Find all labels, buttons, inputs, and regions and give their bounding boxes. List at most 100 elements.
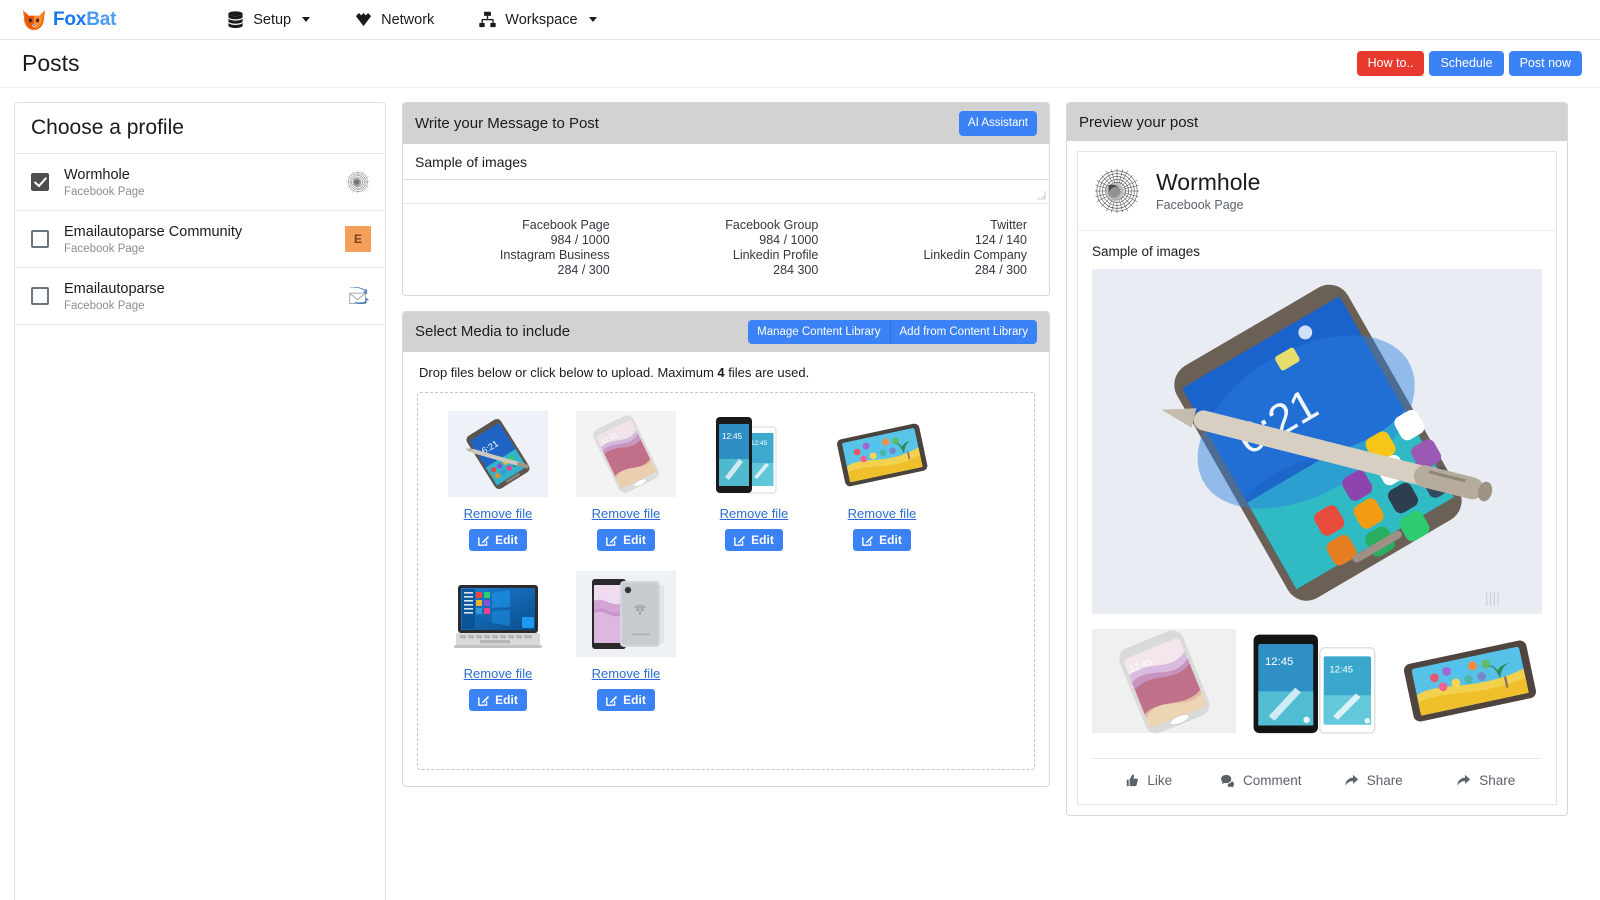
edit-file-button[interactable]: Edit xyxy=(853,529,911,552)
counter-value: 124 / 140 xyxy=(974,232,1028,247)
brand-name-light: Bat xyxy=(86,8,117,30)
edit-file-button[interactable]: Edit xyxy=(597,529,655,552)
share-label-secondary: Share xyxy=(1479,773,1516,788)
gem-icon xyxy=(356,13,372,27)
profile-row-emailautoparse[interactable]: Emailautoparse Facebook Page xyxy=(15,268,385,326)
thumbs-up-icon xyxy=(1127,774,1139,787)
remove-file-link[interactable]: Remove file xyxy=(464,666,533,681)
profile-meta: Emailautoparse Facebook Page xyxy=(64,280,335,312)
comment-button[interactable]: Comment xyxy=(1205,773,1318,788)
profile-sidebar: Choose a profile Wormhole Facebook Page xyxy=(14,102,386,900)
profile-checkbox[interactable] xyxy=(31,287,49,306)
how-to-button[interactable]: How to.. xyxy=(1356,50,1425,77)
edit-label: Edit xyxy=(623,533,646,548)
like-button[interactable]: Like xyxy=(1092,773,1205,788)
composer-body: Facebook Page 984 / 1000 Instagram Busin… xyxy=(403,143,1049,295)
svg-text:||||: |||| xyxy=(1485,591,1500,607)
textarea-resize-area xyxy=(403,180,1049,204)
sidebar-title: Choose a profile xyxy=(15,103,385,154)
ai-assistant-button[interactable]: AI Assistant xyxy=(958,111,1037,136)
add-from-content-library-button[interactable]: Add from Content Library xyxy=(890,319,1037,345)
svg-text:12:45: 12:45 xyxy=(751,440,768,447)
counter-network: Linkedin Company xyxy=(923,248,1028,263)
dropzone[interactable]: 6:21 Remove file Edit 12:45 Remove file … xyxy=(417,392,1035,771)
schedule-button[interactable]: Schedule xyxy=(1429,50,1504,77)
edit-label: Edit xyxy=(623,693,646,708)
composer-title: Write your Message to Post xyxy=(415,114,599,132)
media-item: Remove file Edit xyxy=(818,411,946,552)
preview-title: Preview your post xyxy=(1079,113,1199,131)
preview-header: Preview your post xyxy=(1067,103,1567,141)
media-thumb-grid: 6:21 Remove file Edit 12:45 Remove file … xyxy=(434,411,1018,731)
media-header: Select Media to include Manage Content L… xyxy=(403,311,1049,353)
svg-text:12:45: 12:45 xyxy=(1329,664,1353,675)
profile-row-wormhole[interactable]: Wormhole Facebook Page xyxy=(15,154,385,212)
profile-checkbox[interactable] xyxy=(31,230,49,249)
counter-value: 984 / 1000 xyxy=(759,232,819,247)
message-input[interactable] xyxy=(403,143,1049,180)
media-thumbnail[interactable]: 12:45 12:45 xyxy=(704,411,804,498)
counter-network: Facebook Page xyxy=(522,217,610,232)
database-icon xyxy=(228,11,243,29)
brand-text: FoxBat xyxy=(53,9,116,31)
profile-list: Wormhole Facebook Page Emailautoparse Co… xyxy=(15,154,385,900)
media-item: Remove file Edit xyxy=(434,571,562,712)
wormhole-spiral-avatar xyxy=(1092,166,1142,216)
profile-checkbox[interactable] xyxy=(31,173,49,192)
nav-item-workspace[interactable]: Workspace xyxy=(478,10,597,29)
pencil-square-icon xyxy=(734,536,746,547)
remove-file-link[interactable]: Remove file xyxy=(720,506,789,521)
media-thumbnail[interactable] xyxy=(576,571,676,658)
windows-laptop-2in1-image xyxy=(448,571,548,658)
remove-file-link[interactable]: Remove file xyxy=(464,506,533,521)
profile-row-emailautoparse-community[interactable]: Emailautoparse Community Facebook Page E xyxy=(15,211,385,269)
galaxy-note-stylus-image[interactable]: 6:21 |||| xyxy=(1092,269,1542,614)
composer-header-actions: AI Assistant xyxy=(958,111,1037,136)
sitemap-icon xyxy=(479,11,496,28)
share-button[interactable]: Share xyxy=(1317,773,1430,788)
counter-column-2: Facebook Group 984 / 1000 Linkedin Profi… xyxy=(622,218,831,279)
top-navbar: FoxBat Setup Network Workspace xyxy=(0,0,1600,40)
pencil-square-icon xyxy=(478,696,490,707)
comment-label: Comment xyxy=(1242,773,1302,788)
manage-content-library-button[interactable]: Manage Content Library xyxy=(748,319,891,345)
nav-item-network[interactable]: Network xyxy=(354,10,434,29)
huawei-tablet-front-back-image xyxy=(576,571,676,658)
edit-file-button[interactable]: Edit xyxy=(469,529,527,552)
media-thumbnail[interactable] xyxy=(832,411,932,498)
remove-file-link[interactable]: Remove file xyxy=(592,666,661,681)
tab-s2-pair-image[interactable]: 12:45 12:45 xyxy=(1245,626,1389,736)
share-label: Share xyxy=(1366,773,1403,788)
counter-value: 984 / 1000 xyxy=(550,232,610,247)
profile-name: Emailautoparse xyxy=(64,281,165,298)
media-thumbnail[interactable] xyxy=(448,571,548,658)
edit-file-button[interactable]: Edit xyxy=(469,689,527,712)
media-panel: Select Media to include Manage Content L… xyxy=(402,310,1050,788)
remove-file-link[interactable]: Remove file xyxy=(848,506,917,521)
tablet-beach-wallpaper-image[interactable] xyxy=(1398,626,1543,736)
wormhole-spiral-avatar xyxy=(345,169,371,196)
media-item: 12:45 Remove file Edit xyxy=(562,411,690,552)
media-thumbnail[interactable]: 6:21 xyxy=(448,411,548,498)
edit-file-button[interactable]: Edit xyxy=(725,529,783,552)
main-layout: Choose a profile Wormhole Facebook Page xyxy=(0,88,1600,900)
remove-file-link[interactable]: Remove file xyxy=(592,506,661,521)
counter-column-1: Facebook Page 984 / 1000 Instagram Busin… xyxy=(413,218,622,279)
edit-file-button[interactable]: Edit xyxy=(597,689,655,712)
media-thumbnail[interactable]: 12:45 xyxy=(576,411,676,498)
post-now-button[interactable]: Post now xyxy=(1508,50,1582,77)
profile-type: Facebook Page xyxy=(64,300,145,313)
profile-meta: Wormhole Facebook Page xyxy=(64,166,335,198)
pencil-square-icon xyxy=(606,696,618,707)
brand-logo-link[interactable]: FoxBat xyxy=(22,9,116,31)
edit-label: Edit xyxy=(495,693,518,708)
share-button-secondary[interactable]: Share xyxy=(1430,773,1543,788)
nav-item-setup[interactable]: Setup xyxy=(226,10,311,29)
svg-text:12:45: 12:45 xyxy=(1265,656,1293,668)
media-item: Remove file Edit xyxy=(562,571,690,712)
drop-hint-max-files: 4 xyxy=(717,365,725,381)
preview-panel: Preview your post Wormhole Facebook Page… xyxy=(1066,102,1568,816)
resize-handle-icon[interactable] xyxy=(1036,190,1046,200)
preview-profile-header: Wormhole Facebook Page xyxy=(1078,152,1556,231)
galaxy-s6-curved-image[interactable]: 12:45 xyxy=(1092,626,1236,736)
